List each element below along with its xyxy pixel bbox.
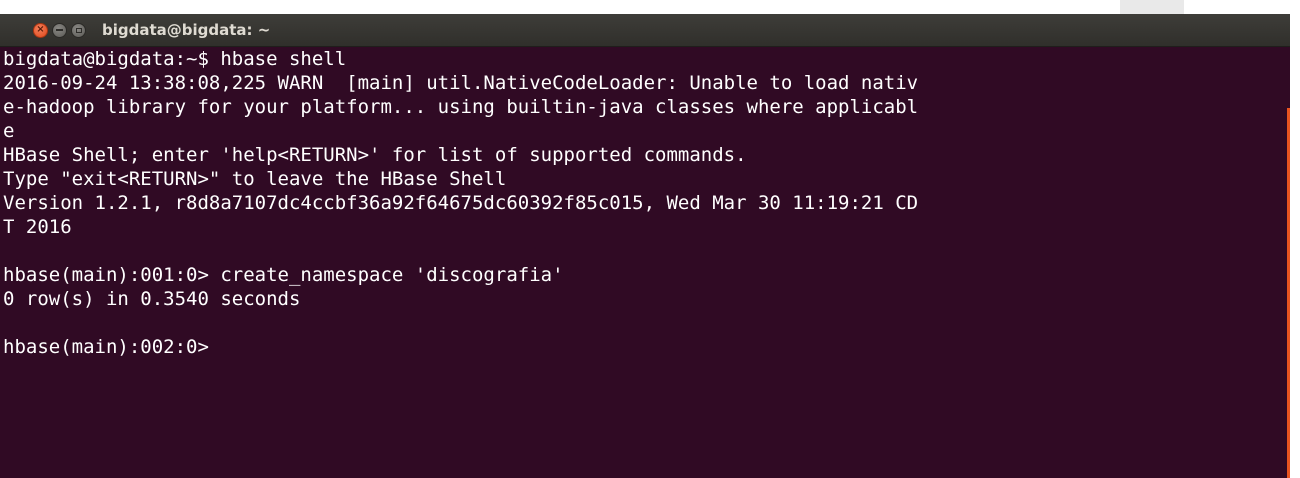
terminal-line: e-hadoop library for your platform... us… — [3, 96, 919, 118]
maximize-icon — [75, 27, 82, 33]
minimize-icon — [56, 29, 63, 31]
close-button[interactable]: × — [33, 22, 48, 38]
terminal-window: × bigdata@bigdata: ~ bigdata@bigdata:~$ … — [0, 14, 1290, 478]
terminal-line: HBase Shell; enter 'help<RETURN>' for li… — [3, 144, 747, 166]
terminal-line: e — [3, 120, 15, 142]
maximize-button[interactable] — [71, 22, 86, 38]
close-icon: × — [36, 24, 45, 35]
terminal-line: Type "exit<RETURN>" to leave the HBase S… — [3, 168, 507, 190]
terminal-prompt-line: hbase(main):002:0> — [3, 336, 221, 358]
terminal-line: 2016-09-24 13:38:08,225 WARN [main] util… — [3, 72, 919, 94]
scrollbar-indicator[interactable] — [1287, 108, 1290, 478]
terminal-output[interactable]: bigdata@bigdata:~$ hbase shell 2016-09-2… — [0, 47, 1290, 478]
title-bar: × bigdata@bigdata: ~ — [0, 14, 1290, 47]
terminal-line: T 2016 — [3, 216, 72, 238]
minimize-button[interactable] — [52, 22, 67, 38]
terminal-line: 0 row(s) in 0.3540 seconds — [3, 288, 301, 310]
window-title: bigdata@bigdata: ~ — [102, 21, 271, 39]
terminal-line: Version 1.2.1, r8d8a7107dc4ccbf36a92f646… — [3, 192, 919, 214]
background-tab — [1120, 0, 1184, 14]
terminal-line: bigdata@bigdata:~$ hbase shell — [3, 48, 347, 70]
terminal-line: hbase(main):001:0> create_namespace 'dis… — [3, 264, 564, 286]
